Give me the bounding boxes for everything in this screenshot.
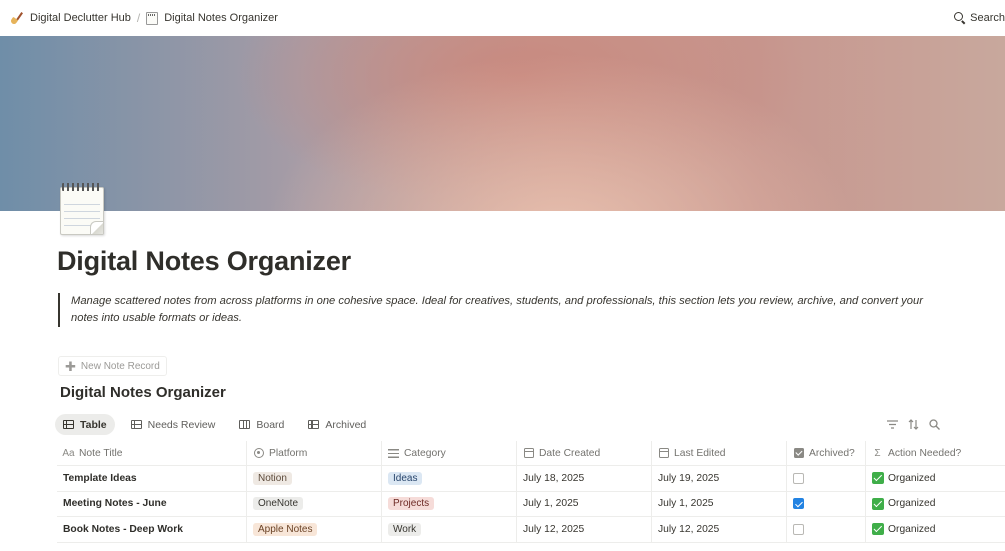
column-header-note-title[interactable]: Aa Note Title: [57, 441, 247, 465]
calendar-icon: [523, 448, 534, 459]
checkbox-property-icon: [793, 448, 804, 459]
column-header-date-created[interactable]: Date Created: [517, 441, 652, 465]
column-label: Archived?: [809, 447, 855, 459]
archived-cell: [787, 466, 866, 491]
platform-cell[interactable]: Notion: [247, 466, 382, 491]
table-icon: [130, 420, 142, 429]
note-title-cell[interactable]: Template Ideas: [57, 466, 247, 491]
platform-tag: Notion: [253, 471, 292, 485]
table-row[interactable]: Template Ideas Notion Ideas July 18, 202…: [57, 466, 1005, 492]
last-edited-cell[interactable]: July 19, 2025: [652, 466, 787, 491]
category-cell[interactable]: Projects: [382, 491, 517, 516]
column-label: Platform: [269, 447, 308, 459]
column-header-last-edited[interactable]: Last Edited: [652, 441, 787, 465]
check-mark-icon: [872, 523, 884, 536]
tab-label: Needs Review: [147, 418, 216, 431]
category-cell[interactable]: Ideas: [382, 466, 517, 491]
formula-icon: Σ: [874, 447, 881, 459]
date-created-cell[interactable]: July 1, 2025: [517, 491, 652, 516]
note-title-cell[interactable]: Meeting Notes - June: [57, 491, 247, 516]
text-property-icon: Aa: [62, 447, 75, 459]
select-property-icon: [253, 448, 264, 459]
platform-tag: OneNote: [253, 497, 304, 511]
page-cover: [0, 36, 1005, 211]
action-status: Organized: [888, 523, 936, 535]
action-status: Organized: [888, 498, 936, 510]
archived-cell: [787, 491, 866, 516]
plus-icon: ✚: [65, 358, 76, 374]
category-tag: Work: [388, 522, 422, 536]
table-row[interactable]: Meeting Notes - June OneNote Projects Ju…: [57, 491, 1005, 517]
view-tabs: Table Needs Review Board Archived: [55, 414, 374, 435]
column-label: Date Created: [539, 447, 601, 459]
action-needed-cell: Organized: [866, 466, 1005, 491]
archived-cell: [787, 517, 866, 542]
tab-label: Table: [80, 418, 107, 431]
category-tag: Projects: [388, 497, 435, 511]
breadcrumb-label: Digital Notes Organizer: [164, 12, 278, 24]
notepad-icon: [146, 11, 159, 25]
archived-checkbox[interactable]: [793, 523, 804, 535]
top-bar: Digital Declutter Hub / Digital Notes Or…: [0, 0, 1005, 36]
archived-checkbox[interactable]: [793, 498, 804, 510]
last-edited-cell[interactable]: July 12, 2025: [652, 517, 787, 542]
breadcrumb-item-digital-declutter-hub[interactable]: Digital Declutter Hub: [6, 9, 135, 27]
column-label: Note Title: [79, 447, 123, 459]
category-cell[interactable]: Work: [382, 517, 517, 542]
column-header-archived[interactable]: Archived?: [787, 441, 866, 465]
tab-label: Board: [256, 418, 285, 431]
spiral-notepad-icon[interactable]: [57, 183, 107, 237]
calendar-icon: [658, 448, 669, 459]
page-quote: Manage scattered notes from across platf…: [58, 293, 938, 327]
search-label: Search: [970, 12, 1005, 24]
tab-label: Archived: [325, 418, 367, 431]
breadcrumb-separator: /: [136, 11, 141, 25]
date-created-cell[interactable]: July 18, 2025: [517, 466, 652, 491]
action-status: Organized: [888, 472, 936, 484]
check-mark-icon: [872, 472, 884, 485]
platform-cell[interactable]: OneNote: [247, 491, 382, 516]
column-label: Category: [404, 447, 446, 459]
check-mark-icon: [872, 497, 884, 510]
column-header-platform[interactable]: Platform: [247, 441, 382, 465]
platform-tag: Apple Notes: [253, 522, 318, 536]
new-note-record-button[interactable]: ✚ New Note Record: [58, 356, 167, 376]
search-icon[interactable]: [928, 418, 940, 430]
breadcrumb-label: Digital Declutter Hub: [30, 12, 131, 24]
table-row[interactable]: Book Notes - Deep Work Apple Notes Work …: [57, 517, 1005, 543]
column-header-action-needed[interactable]: Σ Action Needed?: [866, 441, 1005, 465]
action-needed-cell: Organized: [866, 492, 1005, 517]
action-needed-cell: Organized: [866, 517, 1005, 542]
table-icon: [308, 420, 320, 429]
database-title[interactable]: Digital Notes Organizer: [60, 384, 226, 401]
tab-needs-review[interactable]: Needs Review: [123, 414, 224, 435]
tab-board[interactable]: Board: [231, 414, 292, 435]
date-created-cell[interactable]: July 12, 2025: [517, 517, 652, 542]
multi-select-property-icon: [388, 448, 399, 459]
new-button-label: New Note Record: [80, 360, 160, 372]
column-header-category[interactable]: Category: [382, 441, 517, 465]
platform-cell[interactable]: Apple Notes: [247, 517, 382, 542]
view-tools: [886, 418, 940, 430]
breadcrumb-item-digital-notes-organizer[interactable]: Digital Notes Organizer: [142, 10, 282, 27]
note-title-cell[interactable]: Book Notes - Deep Work: [57, 517, 247, 542]
table-icon: [63, 420, 74, 429]
search-button[interactable]: Search: [954, 0, 1005, 36]
notes-table: Aa Note Title Platform Category Date Cre…: [57, 441, 1005, 543]
filter-icon[interactable]: [886, 418, 898, 430]
page-title: Digital Notes Organizer: [57, 246, 351, 276]
board-icon: [239, 420, 251, 429]
search-icon: [954, 12, 966, 24]
sort-icon[interactable]: [907, 418, 919, 430]
archived-checkbox[interactable]: [793, 472, 804, 484]
tab-table[interactable]: Table: [55, 414, 115, 435]
tab-archived[interactable]: Archived: [300, 414, 374, 435]
last-edited-cell[interactable]: July 1, 2025: [652, 491, 787, 516]
category-tag: Ideas: [388, 471, 423, 485]
table-header-row: Aa Note Title Platform Category Date Cre…: [57, 441, 1005, 466]
column-label: Action Needed?: [888, 447, 962, 459]
column-label: Last Edited: [674, 447, 726, 459]
broom-icon: [10, 11, 24, 25]
